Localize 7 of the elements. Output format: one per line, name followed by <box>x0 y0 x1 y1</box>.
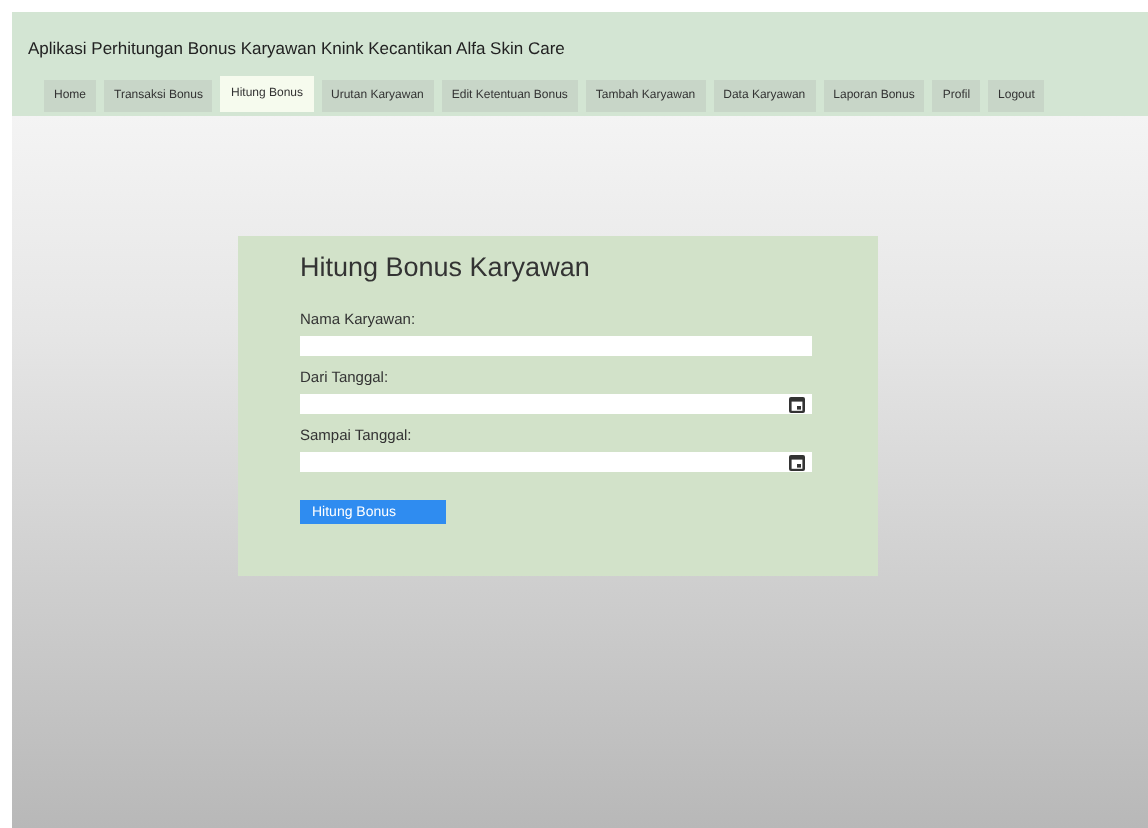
form-title: Hitung Bonus Karyawan <box>300 252 592 282</box>
date-field[interactable] <box>300 452 812 472</box>
input-field[interactable] <box>300 336 812 356</box>
date-field[interactable] <box>300 394 812 414</box>
app-title: Aplikasi Perhitungan Bonus Karyawan Knink Kecantikan Alfa Skin Care <box>28 38 567 58</box>
calendar-icon[interactable] <box>788 453 806 471</box>
calendar-icon[interactable] <box>788 395 806 413</box>
